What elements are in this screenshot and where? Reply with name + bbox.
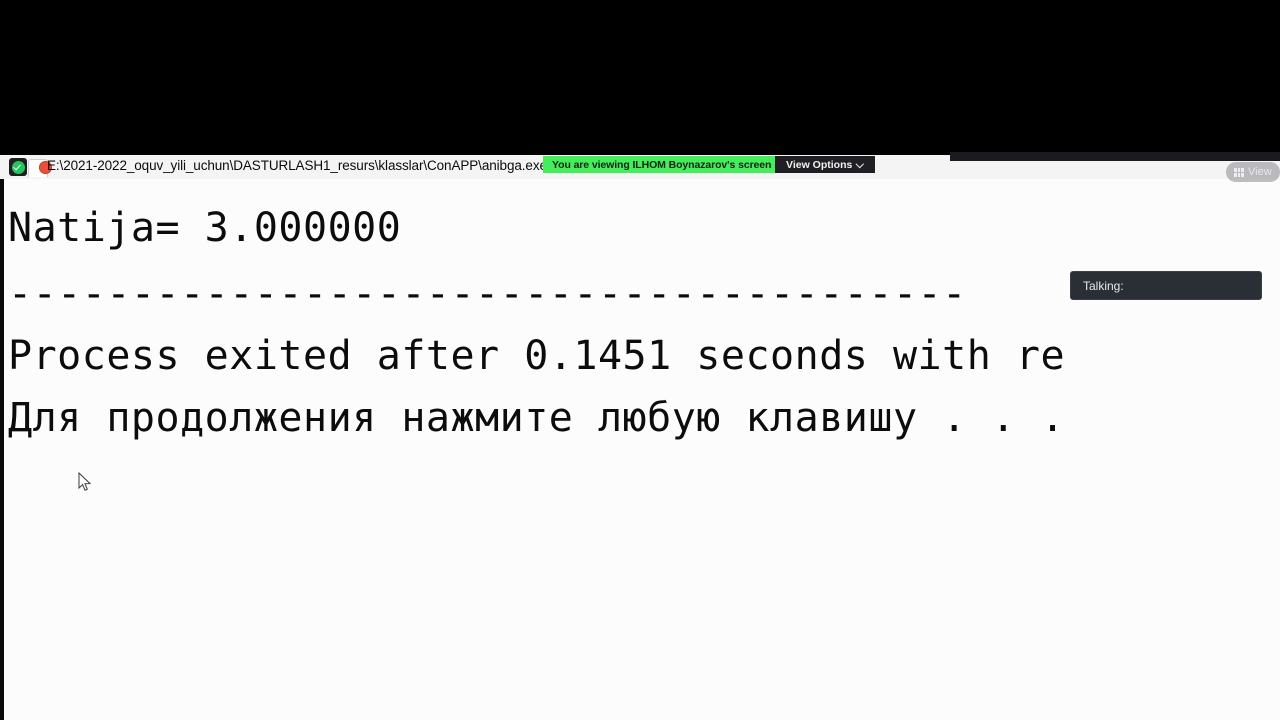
view-options-label: View Options [786, 158, 853, 171]
grid-icon [1234, 167, 1244, 177]
zoom-toolbar-strip [950, 152, 1280, 161]
screen-root: E:\2021-2022_oquv_yili_uchun\DASTURLASH1… [0, 0, 1280, 720]
viewing-screen-banner: You are viewing ILHOM Boynazarov's scree… [543, 156, 781, 173]
talking-indicator-label: Talking: [1083, 278, 1124, 293]
viewing-screen-banner-text: You are viewing ILHOM Boynazarov's scree… [552, 158, 772, 171]
mouse-pointer-icon [78, 472, 92, 491]
console-output-area[interactable]: Natija= 3.000000 -----------------------… [4, 179, 1280, 720]
console-window[interactable]: E:\2021-2022_oquv_yili_uchun\DASTURLASH1… [0, 155, 1280, 720]
security-shield-icon [9, 158, 27, 176]
view-layout-button[interactable]: View [1226, 162, 1280, 182]
console-title-text: E:\2021-2022_oquv_yili_uchun\DASTURLASH1… [47, 158, 547, 173]
view-options-button[interactable]: View Options [775, 156, 876, 173]
shared-screen-area: E:\2021-2022_oquv_yili_uchun\DASTURLASH1… [0, 155, 1280, 720]
chevron-down-icon [857, 161, 864, 168]
talking-indicator: Talking: [1070, 271, 1262, 300]
console-line-press-any-key: Для продолжения нажмите любую клавишу . … [8, 395, 1066, 441]
view-layout-label: View [1248, 166, 1272, 178]
console-line-process-exited: Process exited after 0.1451 seconds with… [8, 333, 1066, 379]
console-line-result: Natija= 3.000000 [8, 205, 402, 251]
console-line-divider: --------------------------------------- [8, 271, 967, 317]
